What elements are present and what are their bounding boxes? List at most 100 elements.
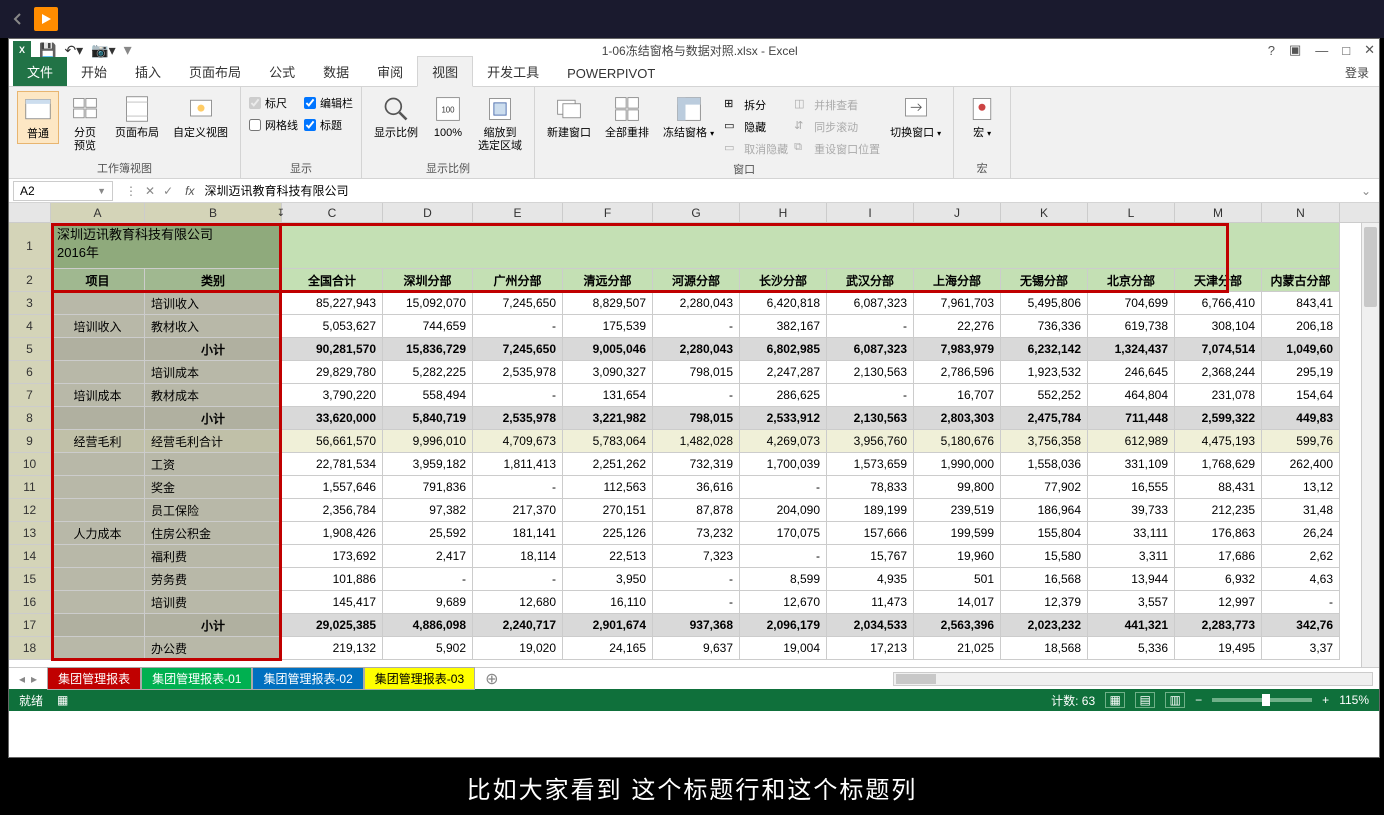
cell[interactable] xyxy=(51,453,145,476)
cell[interactable] xyxy=(51,591,145,614)
cell[interactable]: 19,020 xyxy=(473,637,563,660)
view-layout-icon[interactable]: ▤ xyxy=(1135,692,1155,708)
cell[interactable]: 福利费 xyxy=(145,545,282,568)
cell[interactable]: 270,151 xyxy=(563,499,653,522)
row-header[interactable]: 17 xyxy=(9,614,51,637)
cell[interactable]: 培训费 xyxy=(145,591,282,614)
cell[interactable]: 培训成本 xyxy=(51,384,145,407)
cell[interactable]: 131,654 xyxy=(563,384,653,407)
sheet-tab-0[interactable]: 集团管理报表 xyxy=(47,667,141,690)
cell[interactable]: 176,863 xyxy=(1175,522,1262,545)
cell[interactable]: 4,709,673 xyxy=(473,430,563,453)
page-break-button[interactable]: 分页 预览 xyxy=(65,91,105,155)
cell[interactable] xyxy=(51,361,145,384)
new-window-button[interactable]: 新建窗口 xyxy=(543,91,595,142)
cell[interactable]: 4,63 xyxy=(1262,568,1340,591)
cell[interactable]: 11,473 xyxy=(827,591,914,614)
cell[interactable]: 464,804 xyxy=(1088,384,1175,407)
cell[interactable]: 88,431 xyxy=(1175,476,1262,499)
zoom-slider[interactable] xyxy=(1212,698,1312,702)
cell[interactable]: 791,836 xyxy=(383,476,473,499)
headings-checkbox[interactable]: 标题 xyxy=(304,117,353,133)
cell[interactable]: 26,24 xyxy=(1262,522,1340,545)
cell[interactable]: 1,811,413 xyxy=(473,453,563,476)
record-macro-icon[interactable]: ▦ xyxy=(57,693,68,707)
cell[interactable]: 培训成本 xyxy=(145,361,282,384)
cell[interactable]: 5,495,806 xyxy=(1001,292,1088,315)
cell[interactable]: - xyxy=(653,568,740,591)
cell[interactable]: 87,878 xyxy=(653,499,740,522)
cell[interactable]: 1,049,60 xyxy=(1262,338,1340,361)
col-header-A[interactable]: A xyxy=(51,203,145,222)
cell[interactable]: 12,670 xyxy=(740,591,827,614)
cell[interactable]: 2,599,322 xyxy=(1175,407,1262,430)
col-header-E[interactable]: E xyxy=(473,203,563,222)
cell[interactable]: 29,829,780 xyxy=(282,361,383,384)
sheet-nav[interactable]: ◂▸ xyxy=(9,672,47,686)
help-icon[interactable]: ? xyxy=(1268,43,1275,58)
row-header[interactable]: 16 xyxy=(9,591,51,614)
cell[interactable]: 6,766,410 xyxy=(1175,292,1262,315)
cell[interactable]: 3,37 xyxy=(1262,637,1340,660)
sheet-tab-2[interactable]: 集团管理报表-02 xyxy=(252,667,363,690)
cell[interactable]: 深圳迈讯教育科技有限公司 2016年 xyxy=(51,223,282,269)
cell[interactable]: 175,539 xyxy=(563,315,653,338)
cell[interactable]: 12,680 xyxy=(473,591,563,614)
cell[interactable]: 4,935 xyxy=(827,568,914,591)
row-header[interactable]: 4 xyxy=(9,315,51,338)
sheet-tab-1[interactable]: 集团管理报表-01 xyxy=(141,667,252,690)
cell[interactable]: 2,240,717 xyxy=(473,614,563,637)
cell[interactable]: 18,114 xyxy=(473,545,563,568)
cell[interactable]: 经营毛利 xyxy=(51,430,145,453)
close-icon[interactable]: ✕ xyxy=(1364,42,1375,58)
col-header-C[interactable]: C xyxy=(282,203,383,222)
cell[interactable]: 9,637 xyxy=(653,637,740,660)
cell[interactable]: - xyxy=(473,384,563,407)
cell[interactable]: 小计 xyxy=(145,614,282,637)
cell[interactable]: 217,370 xyxy=(473,499,563,522)
cell[interactable]: 204,090 xyxy=(740,499,827,522)
login-link[interactable]: 登录 xyxy=(1335,59,1379,86)
cell[interactable]: 6,420,818 xyxy=(740,292,827,315)
cell[interactable]: 552,252 xyxy=(1001,384,1088,407)
side-by-side-button[interactable]: ◫并排查看 xyxy=(794,95,880,115)
cell[interactable]: 广州分部 xyxy=(473,269,563,292)
cell[interactable]: 22,276 xyxy=(914,315,1001,338)
cell[interactable]: 2,475,784 xyxy=(1001,407,1088,430)
cell[interactable]: 99,800 xyxy=(914,476,1001,499)
cell[interactable]: 2,247,287 xyxy=(740,361,827,384)
sync-scroll-button[interactable]: ⇵同步滚动 xyxy=(794,117,880,137)
cell[interactable]: 441,321 xyxy=(1088,614,1175,637)
cell[interactable]: 内蒙古分部 xyxy=(1262,269,1340,292)
cell[interactable]: - xyxy=(383,568,473,591)
cell[interactable]: 办公费 xyxy=(145,637,282,660)
tab-formula[interactable]: 公式 xyxy=(255,57,309,86)
cell[interactable]: 3,221,982 xyxy=(563,407,653,430)
cell[interactable]: 382,167 xyxy=(740,315,827,338)
vertical-scrollbar[interactable] xyxy=(1361,223,1379,667)
row-header[interactable]: 2 xyxy=(9,269,51,292)
row-header[interactable]: 5 xyxy=(9,338,51,361)
cell[interactable]: 8,599 xyxy=(740,568,827,591)
cell[interactable]: 15,767 xyxy=(827,545,914,568)
col-header-M[interactable]: M xyxy=(1175,203,1262,222)
cell[interactable]: 上海分部 xyxy=(914,269,1001,292)
zoom-100-button[interactable]: 100 100% xyxy=(428,91,468,142)
cell[interactable]: 5,282,225 xyxy=(383,361,473,384)
cell[interactable]: 937,368 xyxy=(653,614,740,637)
cell[interactable]: 2,803,303 xyxy=(914,407,1001,430)
tab-layout[interactable]: 页面布局 xyxy=(175,57,255,86)
gridlines-checkbox[interactable]: 网格线 xyxy=(249,117,298,133)
row-header[interactable]: 1 xyxy=(9,223,51,269)
cell[interactable]: 449,83 xyxy=(1262,407,1340,430)
cell[interactable]: 2,034,533 xyxy=(827,614,914,637)
cell[interactable]: 2,356,784 xyxy=(282,499,383,522)
cell[interactable]: 4,886,098 xyxy=(383,614,473,637)
cell[interactable]: 181,141 xyxy=(473,522,563,545)
zoom-button[interactable]: 显示比例 xyxy=(370,91,422,142)
cell[interactable]: 21,025 xyxy=(914,637,1001,660)
cell[interactable]: 2,280,043 xyxy=(653,292,740,315)
cell[interactable]: 7,245,650 xyxy=(473,292,563,315)
cell[interactable]: - xyxy=(473,568,563,591)
cell[interactable]: 17,213 xyxy=(827,637,914,660)
